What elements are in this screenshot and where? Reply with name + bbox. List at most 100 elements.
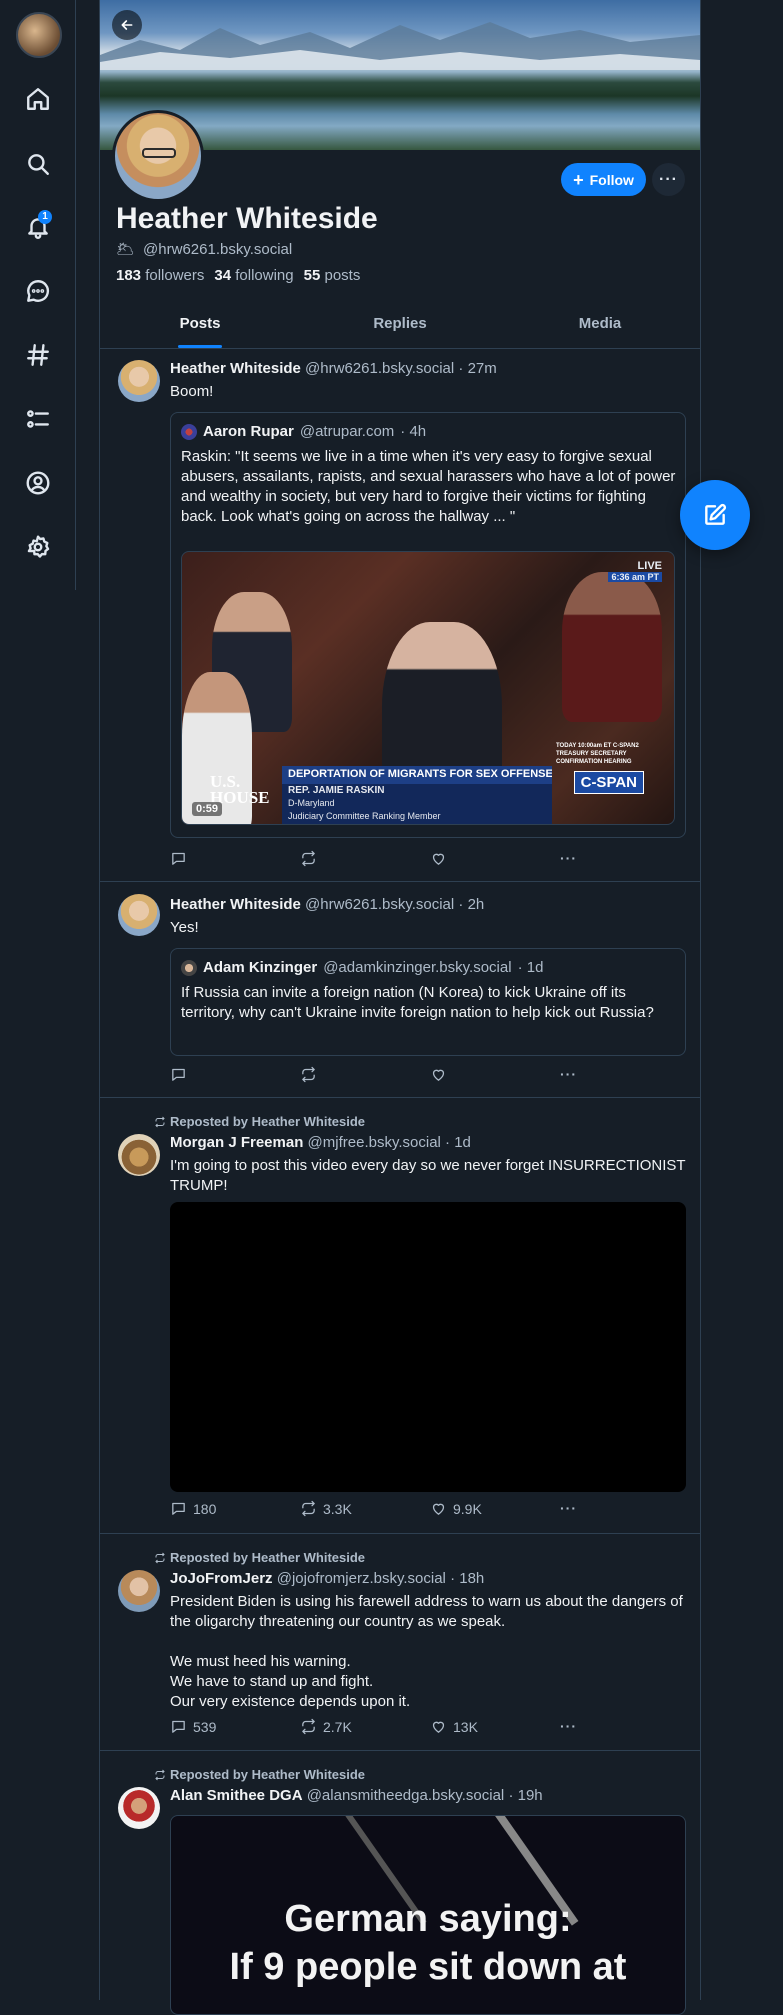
post-header: Morgan J Freeman @mjfree.bsky.social · 1… bbox=[170, 1134, 471, 1151]
repost-button[interactable]: 3.3K bbox=[300, 1500, 352, 1517]
quote-time: · 1d bbox=[517, 959, 544, 976]
quoted-post[interactable]: Adam Kinzinger @adamkinzinger.bsky.socia… bbox=[170, 948, 686, 1056]
post-header: Heather Whiteside @hrw6261.bsky.social ·… bbox=[170, 896, 484, 913]
post-author-avatar[interactable] bbox=[118, 1570, 160, 1612]
left-nav-rail: 1 bbox=[0, 0, 76, 590]
hashtag-icon[interactable] bbox=[24, 341, 52, 369]
post-author-handle[interactable]: @alansmitheedga.bsky.social bbox=[307, 1787, 505, 1804]
compose-button[interactable] bbox=[680, 480, 750, 550]
profile-icon[interactable] bbox=[24, 469, 52, 497]
repost-icon bbox=[302, 1066, 315, 1083]
video-player[interactable]: LIVE 6:36 am PT U.S. HOUSE DEPORTATION O… bbox=[181, 551, 675, 825]
repost-indicator[interactable]: Reposted by Heather Whiteside bbox=[154, 1114, 365, 1129]
post-author-avatar[interactable] bbox=[118, 894, 160, 936]
ellipsis-icon: ··· bbox=[560, 1066, 577, 1082]
sun-cloud-icon: 🌥 bbox=[116, 241, 136, 258]
posts-stat: 55 posts bbox=[303, 267, 361, 284]
notification-badge: 1 bbox=[38, 210, 52, 224]
reply-button[interactable]: 539 bbox=[170, 1718, 216, 1735]
chyron-title: DEPORTATION OF MIGRANTS FOR SEX OFFENSES bbox=[282, 766, 552, 784]
search-icon[interactable] bbox=[24, 150, 52, 178]
plus-icon: + bbox=[573, 169, 584, 190]
repost-count: 2.7K bbox=[323, 1718, 352, 1735]
post-author-handle[interactable]: @jojofromjerz.bsky.social bbox=[277, 1570, 446, 1587]
followers-stat[interactable]: 183 followers bbox=[116, 267, 204, 284]
repost-icon bbox=[155, 1116, 165, 1127]
like-button[interactable] bbox=[430, 1066, 453, 1083]
reply-icon bbox=[172, 1502, 185, 1515]
feed-post[interactable]: Heather Whiteside @hrw6261.bsky.social ·… bbox=[100, 350, 700, 882]
post-time: · 2h bbox=[458, 896, 485, 913]
cspan-logo: C-SPAN bbox=[573, 771, 644, 794]
repost-icon bbox=[302, 1500, 315, 1517]
post-author-name[interactable]: Alan Smithee DGA bbox=[170, 1787, 303, 1804]
post-more-button[interactable]: ··· bbox=[560, 1718, 577, 1734]
post-text: President Biden is using his farewell ad… bbox=[170, 1593, 683, 1710]
quote-author-avatar bbox=[181, 959, 197, 976]
follow-button[interactable]: + Follow bbox=[561, 163, 646, 196]
tab-replies[interactable]: Replies bbox=[300, 305, 500, 348]
repost-count: 3.3K bbox=[323, 1500, 352, 1517]
chat-icon[interactable] bbox=[24, 277, 52, 305]
bell-icon[interactable]: 1 bbox=[24, 210, 52, 241]
feed-post[interactable]: Reposted by Heather Whiteside Alan Smith… bbox=[100, 1751, 700, 2015]
quote-author-handle: @atrupar.com bbox=[299, 423, 395, 440]
reply-button[interactable] bbox=[170, 1066, 193, 1083]
quote-text: If Russia can invite a foreign nation (N… bbox=[181, 984, 654, 1021]
heart-icon bbox=[432, 1503, 445, 1515]
like-button[interactable] bbox=[430, 850, 453, 867]
post-author-avatar[interactable] bbox=[118, 360, 160, 402]
list-icon[interactable] bbox=[24, 405, 52, 433]
post-more-button[interactable]: ··· bbox=[560, 1500, 577, 1516]
repost-button[interactable] bbox=[300, 850, 323, 867]
gear-icon[interactable] bbox=[24, 533, 52, 561]
following-stat[interactable]: 34 following bbox=[214, 267, 293, 284]
quoted-post[interactable]: Aaron Rupar @atrupar.com · 4h Raskin: "I… bbox=[170, 412, 686, 838]
like-button[interactable]: 9.9K bbox=[430, 1500, 482, 1517]
feed-post[interactable]: Reposted by Heather Whiteside JoJoFromJe… bbox=[100, 1534, 700, 1751]
post-author-handle[interactable]: @hrw6261.bsky.social bbox=[305, 896, 454, 913]
repost-indicator[interactable]: Reposted by Heather Whiteside bbox=[154, 1767, 365, 1782]
post-author-handle[interactable]: @mjfree.bsky.social bbox=[308, 1134, 441, 1151]
post-author-avatar[interactable] bbox=[118, 1787, 160, 1829]
post-author-name[interactable]: Heather Whiteside bbox=[170, 896, 301, 913]
post-image[interactable]: German saying: If 9 people sit down at bbox=[170, 1815, 686, 2015]
post-header: Heather Whiteside @hrw6261.bsky.social ·… bbox=[170, 360, 497, 377]
post-more-button[interactable]: ··· bbox=[560, 1066, 577, 1082]
repost-icon bbox=[155, 1769, 165, 1780]
tab-media[interactable]: Media bbox=[500, 305, 700, 348]
chyron-details: REP. JAMIE RASKIN D-Maryland bbox=[282, 784, 552, 810]
repost-indicator[interactable]: Reposted by Heather Whiteside bbox=[154, 1550, 365, 1565]
current-user-avatar[interactable] bbox=[16, 12, 62, 58]
profile-handle: @hrw6261.bsky.social bbox=[143, 240, 293, 258]
compose-icon bbox=[705, 504, 726, 525]
chyron-line3: Judiciary Committee Ranking Member bbox=[282, 810, 552, 824]
feed-post[interactable]: Reposted by Heather Whiteside Morgan J F… bbox=[100, 1098, 700, 1534]
post-author-name[interactable]: Morgan J Freeman bbox=[170, 1134, 303, 1151]
post-author-name[interactable]: Heather Whiteside bbox=[170, 360, 301, 377]
quote-header: Aaron Rupar @atrupar.com · 4h bbox=[181, 423, 426, 440]
video-duration: 0:59 bbox=[192, 802, 223, 816]
video-player[interactable] bbox=[170, 1202, 686, 1492]
post-header: JoJoFromJerz @jojofromjerz.bsky.social ·… bbox=[170, 1570, 484, 1587]
profile-more-button[interactable]: ··· bbox=[652, 163, 685, 196]
feed-post[interactable]: Heather Whiteside @hrw6261.bsky.social ·… bbox=[100, 882, 700, 1098]
post-author-avatar[interactable] bbox=[118, 1134, 160, 1176]
reply-button[interactable] bbox=[170, 850, 193, 867]
home-icon[interactable] bbox=[24, 85, 52, 113]
back-button[interactable] bbox=[112, 10, 142, 40]
post-header: Alan Smithee DGA @alansmitheedga.bsky.so… bbox=[170, 1787, 543, 1804]
repost-button[interactable]: 2.7K bbox=[300, 1718, 352, 1735]
right-figure bbox=[562, 572, 662, 722]
post-more-button[interactable]: ··· bbox=[560, 850, 577, 866]
tab-posts[interactable]: Posts bbox=[100, 305, 300, 348]
post-author-name[interactable]: JoJoFromJerz bbox=[170, 1570, 273, 1587]
quote-header: Adam Kinzinger @adamkinzinger.bsky.socia… bbox=[181, 959, 543, 976]
repost-button[interactable] bbox=[300, 1066, 323, 1083]
post-author-handle[interactable]: @hrw6261.bsky.social bbox=[305, 360, 454, 377]
reply-button[interactable]: 180 bbox=[170, 1500, 216, 1517]
profile-avatar[interactable] bbox=[112, 110, 204, 202]
reply-icon bbox=[172, 852, 185, 865]
post-actions: ··· bbox=[170, 1066, 690, 1086]
like-button[interactable]: 13K bbox=[430, 1718, 478, 1735]
